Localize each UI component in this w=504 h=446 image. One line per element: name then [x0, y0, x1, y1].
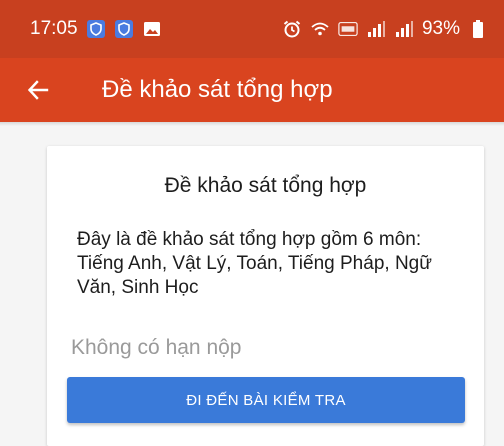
arrow-left-icon — [27, 80, 49, 100]
survey-card: Đề khảo sát tổng hợp Đây là đề khảo sát … — [47, 146, 484, 446]
status-bar-right: 93% — [282, 18, 488, 40]
shield-icon — [114, 19, 134, 39]
signal-icon — [366, 19, 386, 39]
go-to-test-button[interactable]: ĐI ĐẾN BÀI KIỂM TRA — [67, 377, 465, 423]
signal-icon — [394, 19, 414, 39]
battery-percent: 93% — [421, 18, 460, 39]
image-icon — [142, 19, 162, 39]
wifi-icon — [310, 19, 330, 39]
alarm-icon — [282, 19, 302, 39]
app-bar: Đề khảo sát tổng hợp — [0, 58, 504, 122]
volte-icon — [338, 19, 358, 39]
status-bar: 17:05 93% — [0, 0, 504, 58]
back-button[interactable] — [8, 58, 68, 122]
card-description: Đây là đề khảo sát tổng hợp gồm 6 môn: T… — [77, 229, 432, 298]
shield-icon — [86, 19, 106, 39]
card-title: Đề khảo sát tổng hợp — [164, 174, 367, 197]
deadline-text: Không có hạn nộp — [71, 336, 242, 359]
app-bar-shadow — [0, 122, 504, 126]
status-time: 17:05 — [30, 18, 78, 39]
page-title: Đề khảo sát tổng hợp — [102, 76, 333, 103]
battery-icon — [468, 19, 488, 39]
status-bar-left: 17:05 — [30, 18, 162, 40]
